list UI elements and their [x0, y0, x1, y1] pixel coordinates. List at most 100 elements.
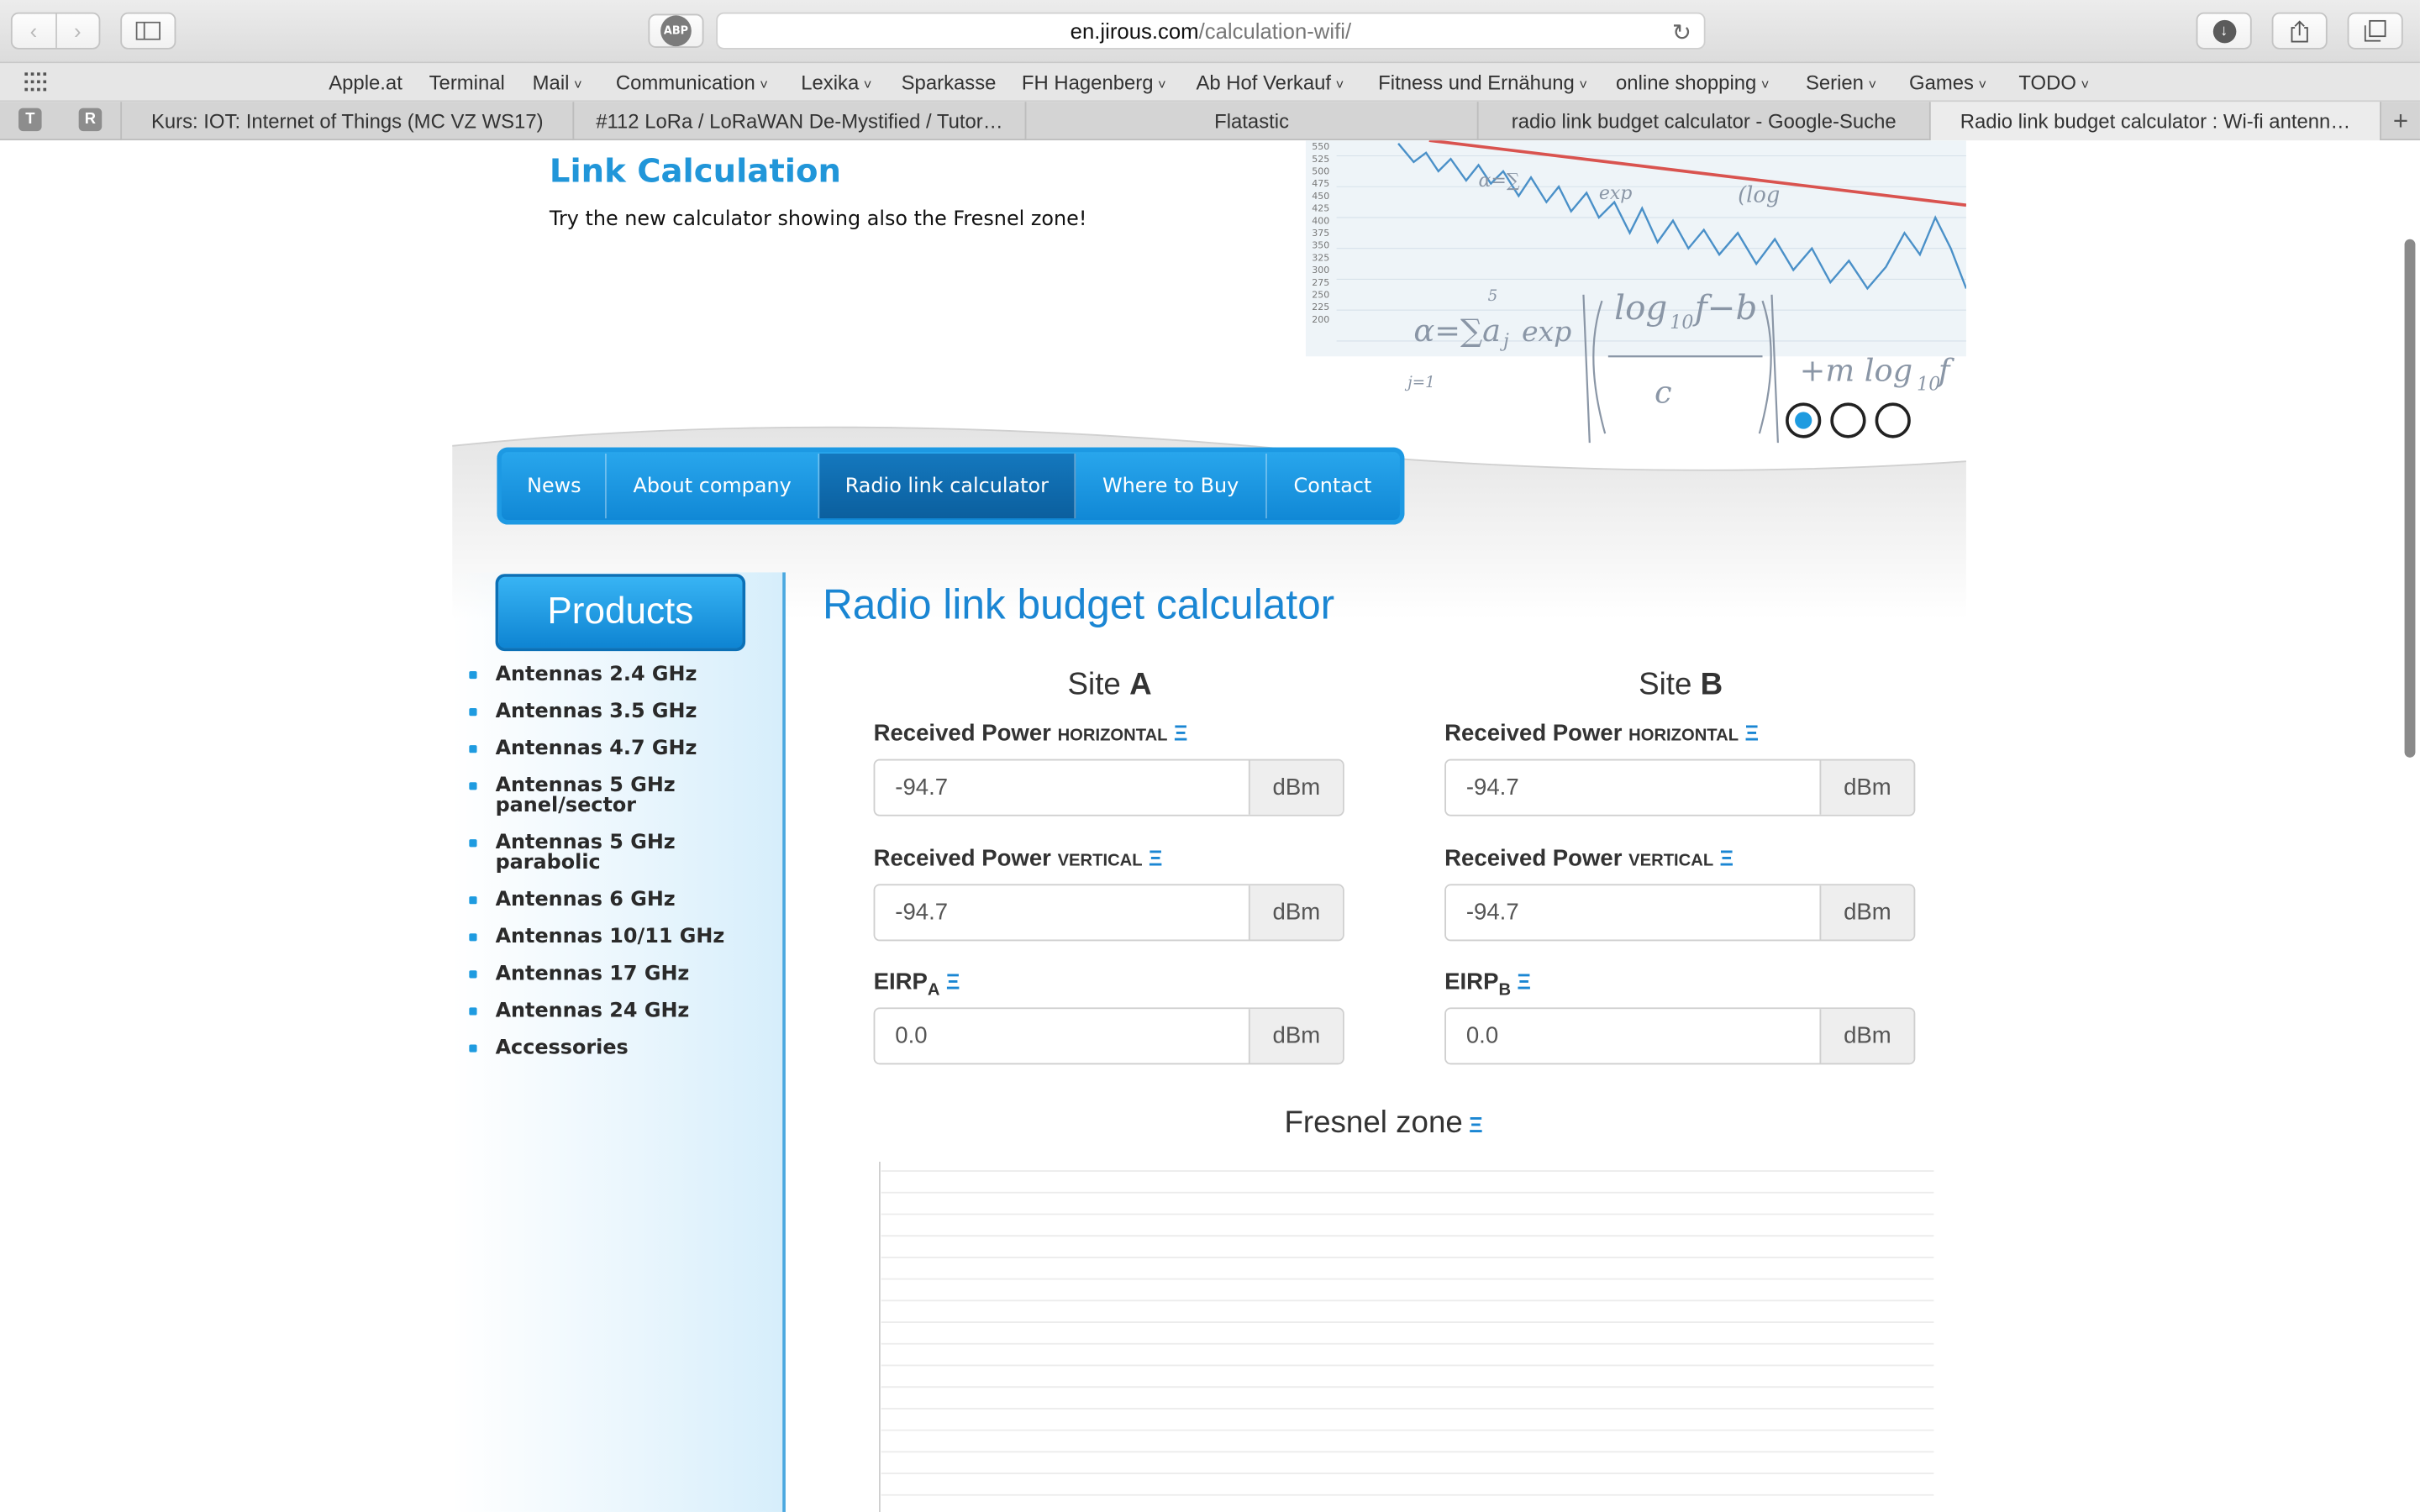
bookmark-communication[interactable]: Communication ˅: [616, 71, 768, 94]
tab-flatastic[interactable]: Flatastic: [1024, 102, 1477, 141]
nav-buttons: ‹ ›: [10, 12, 101, 50]
site-b-eirp-input[interactable]: [1445, 1009, 1820, 1063]
browser-toolbar: ‹ › ABP en.jirous.com/calculation-wifi/ …: [0, 0, 2420, 64]
sidebar-item-antennas-17[interactable]: Antennas 17 GHz: [468, 964, 761, 984]
bookmark-games[interactable]: Games ˅: [1909, 71, 1986, 94]
product-category-list: Antennas 2.4 GHz Antennas 3.5 GHz Antenn…: [468, 665, 761, 1076]
forward-icon[interactable]: ›: [56, 14, 99, 48]
info-icon[interactable]: Ξ: [946, 969, 960, 993]
adblock-button[interactable]: ABP: [648, 13, 704, 48]
tab-google-search[interactable]: radio link budget calculator - Google-Su…: [1476, 102, 1929, 141]
back-icon[interactable]: ‹: [13, 14, 55, 48]
page-title: Radio link budget calculator: [822, 581, 1335, 628]
chevron-down-icon: ˅: [2081, 76, 2090, 93]
chevron-down-icon: ˅: [1760, 76, 1770, 93]
tab-bar: T R Kurs: IOT: Internet of Things (MC VZ…: [0, 102, 2420, 141]
unit-label: dBm: [1819, 760, 1914, 815]
bookmark-fitness[interactable]: Fitness und Ernähung ˅: [1378, 71, 1587, 94]
reload-icon[interactable]: ↻: [1672, 18, 1691, 46]
slider-dot-3[interactable]: [1875, 402, 1911, 438]
address-bar[interactable]: en.jirous.com/calculation-wifi/ ↻: [716, 12, 1706, 50]
svg-text:400: 400: [1312, 215, 1329, 226]
svg-text:375: 375: [1312, 228, 1329, 239]
fresnel-zone-chart: [879, 1162, 1934, 1512]
sidebar-item-antennas-2-4[interactable]: Antennas 2.4 GHz: [468, 665, 761, 685]
sidebar-item-antennas-5-parabolic[interactable]: Antennas 5 GHz parabolic: [468, 833, 761, 874]
bookmark-terminal[interactable]: Terminal: [429, 71, 505, 94]
bookmark-apple[interactable]: Apple.at: [329, 71, 402, 94]
site-a-eirp-input[interactable]: [875, 1009, 1249, 1063]
slider-dot-2[interactable]: [1830, 402, 1866, 438]
svg-text:10: 10: [1670, 312, 1693, 333]
tab-iot-course[interactable]: Kurs: IOT: Internet of Things (MC VZ WS1…: [120, 102, 572, 141]
downloads-button[interactable]: ↓: [2196, 12, 2252, 50]
bookmark-ab-hof-verkauf[interactable]: Ab Hof Verkauf ˅: [1196, 71, 1344, 94]
bookmark-sparkasse[interactable]: Sparkasse: [902, 71, 997, 94]
site-b-rx-horizontal-input[interactable]: [1445, 760, 1820, 815]
bookmark-mail[interactable]: Mail ˅: [533, 71, 582, 94]
sidebar-item-accessories[interactable]: Accessories: [468, 1038, 761, 1058]
site-a-rx-horizontal-label: Received Power HORIZONTAL Ξ: [873, 720, 1188, 747]
download-icon: ↓: [2212, 18, 2236, 43]
site-a-rx-horizontal-input[interactable]: [875, 760, 1249, 815]
info-icon[interactable]: Ξ: [1469, 1112, 1483, 1137]
nav-radio-link-calculator[interactable]: Radio link calculator: [819, 453, 1076, 519]
info-icon[interactable]: Ξ: [1517, 969, 1531, 993]
svg-text:j=1: j=1: [1404, 374, 1435, 391]
share-button[interactable]: [2271, 12, 2328, 50]
info-icon[interactable]: Ξ: [1149, 846, 1163, 870]
info-icon[interactable]: Ξ: [1744, 721, 1759, 745]
site-b-rx-vertical-label: Received Power VERTICAL Ξ: [1444, 845, 1734, 872]
sidebar-item-antennas-4-7[interactable]: Antennas 4.7 GHz: [468, 739, 761, 759]
svg-text:300: 300: [1312, 265, 1329, 276]
sidebar-item-antennas-6[interactable]: Antennas 6 GHz: [468, 890, 761, 911]
new-tab-button[interactable]: +: [2380, 102, 2420, 141]
info-icon[interactable]: Ξ: [1720, 846, 1734, 870]
site-a-rx-vertical-input[interactable]: [875, 885, 1249, 940]
tab-lora-tutorial[interactable]: #112 LoRa / LoRaWAN De-Mystified / Tutor…: [572, 102, 1024, 141]
hero-subtitle: Try the new calculator showing also the …: [549, 207, 1087, 232]
tabs-icon: [2364, 19, 2386, 42]
apps-grid-icon[interactable]: [24, 72, 49, 92]
bookmark-online-shopping[interactable]: online shopping ˅: [1616, 71, 1769, 94]
info-icon[interactable]: Ξ: [1174, 721, 1188, 745]
bookmark-fh-hagenberg[interactable]: FH Hagenberg ˅: [1022, 71, 1166, 94]
tabs-overview-button[interactable]: [2347, 12, 2403, 50]
svg-text:+m: +m: [1800, 353, 1855, 389]
slider-pagination: [1786, 402, 1911, 438]
chevron-down-icon: ˅: [1158, 76, 1166, 93]
sidebar-item-antennas-3-5[interactable]: Antennas 3.5 GHz: [468, 702, 761, 722]
chevron-down-icon: ˅: [760, 76, 768, 93]
page-scrollbar[interactable]: [2404, 239, 2416, 758]
site-a-rx-vertical-group: dBm: [873, 884, 1344, 942]
site-b-heading: Site B: [1639, 668, 1723, 702]
bookmark-todo[interactable]: TODO ˅: [2018, 71, 2089, 94]
sidebar-toggle-button[interactable]: [120, 12, 176, 50]
site-b-rx-horizontal-group: dBm: [1444, 759, 1916, 816]
nav-where-to-buy[interactable]: Where to Buy: [1076, 453, 1267, 519]
plus-icon: +: [2392, 105, 2409, 135]
chevron-down-icon: ˅: [1579, 76, 1587, 93]
svg-text:f: f: [1936, 353, 1955, 389]
sidebar-item-antennas-5-panel[interactable]: Antennas 5 GHz panel/sector: [468, 776, 761, 816]
tab-radio-link-calculator[interactable]: Radio link budget calculator : Wi-fi ant…: [1928, 102, 2381, 141]
bookmark-serien[interactable]: Serien ˅: [1806, 71, 1876, 94]
slider-dot-1[interactable]: [1786, 402, 1822, 438]
nav-news[interactable]: News: [503, 453, 607, 519]
svg-text:α=∑a: α=∑a: [1413, 312, 1501, 349]
nav-about-company[interactable]: About company: [607, 453, 820, 519]
url-path: /calculation-wifi/: [1198, 18, 1352, 44]
nav-contact[interactable]: Contact: [1267, 454, 1398, 518]
svg-text:10: 10: [1917, 375, 1940, 396]
pinned-tab-r[interactable]: R: [78, 108, 103, 132]
svg-text:5: 5: [1488, 287, 1498, 305]
svg-text:200: 200: [1312, 314, 1329, 325]
site-b-eirp-label: EIRPB Ξ: [1444, 969, 1531, 1000]
sidebar-item-antennas-24[interactable]: Antennas 24 GHz: [468, 1001, 761, 1021]
sidebar-item-antennas-10-11[interactable]: Antennas 10/11 GHz: [468, 927, 761, 948]
bookmark-lexika[interactable]: Lexika ˅: [801, 71, 871, 94]
site-a-heading: Site A: [1067, 668, 1152, 702]
site-b-rx-vertical-input[interactable]: [1445, 885, 1820, 940]
pinned-tab-t[interactable]: T: [18, 108, 42, 132]
products-button[interactable]: Products: [495, 574, 746, 652]
